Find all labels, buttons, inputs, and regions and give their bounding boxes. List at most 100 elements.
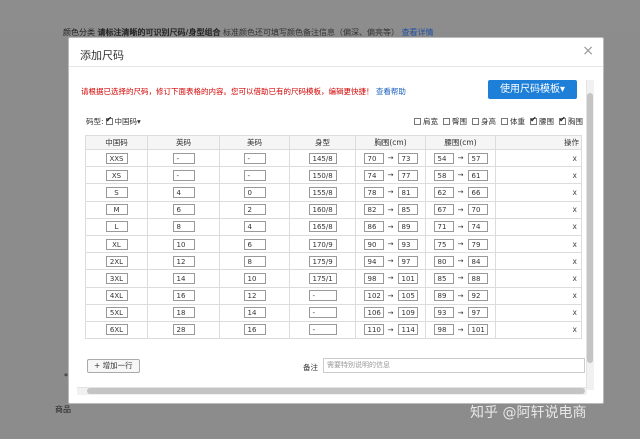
- body-type-input[interactable]: -: [308, 290, 337, 302]
- waist-from-input[interactable]: 62: [433, 186, 454, 198]
- cn-size-input[interactable]: M: [105, 204, 128, 216]
- option-4[interactable]: 腰围: [530, 115, 554, 127]
- checkbox-icon[interactable]: [443, 118, 450, 125]
- checkbox-icon[interactable]: [559, 115, 566, 125]
- chest-from-input[interactable]: 106: [363, 307, 384, 319]
- chest-from-input[interactable]: 74: [363, 169, 384, 181]
- body-type-input[interactable]: 150/8: [308, 169, 337, 181]
- horizontal-scroll-thumb[interactable]: [87, 388, 585, 394]
- us-size-input[interactable]: -: [243, 152, 266, 164]
- us-size-input[interactable]: 8: [243, 255, 266, 267]
- delete-row-icon[interactable]: x: [573, 188, 577, 197]
- chest-from-input[interactable]: 70: [363, 152, 384, 164]
- option-2[interactable]: 身高: [472, 116, 496, 127]
- delete-row-icon[interactable]: x: [573, 222, 577, 231]
- waist-from-input[interactable]: 71: [433, 221, 454, 233]
- checkbox-icon[interactable]: [414, 118, 421, 125]
- add-row-button[interactable]: + 增加一行: [87, 359, 140, 373]
- us-size-input[interactable]: -: [243, 169, 266, 181]
- chest-to-input[interactable]: 85: [397, 204, 418, 216]
- cn-size-input[interactable]: 2XL: [105, 255, 128, 267]
- cn-size-input[interactable]: S: [105, 186, 128, 198]
- body-type-input[interactable]: 145/8: [308, 152, 337, 164]
- waist-from-input[interactable]: 93: [433, 307, 454, 319]
- waist-to-input[interactable]: 97: [467, 307, 488, 319]
- delete-row-icon[interactable]: x: [573, 154, 577, 163]
- us-size-input[interactable]: 16: [243, 324, 266, 336]
- waist-from-input[interactable]: 80: [433, 255, 454, 267]
- chest-to-input[interactable]: 81: [397, 186, 418, 198]
- delete-row-icon[interactable]: x: [573, 291, 577, 300]
- chest-from-input[interactable]: 90: [363, 238, 384, 250]
- chest-to-input[interactable]: 101: [397, 272, 418, 284]
- uk-size-input[interactable]: 10: [172, 238, 195, 250]
- us-size-input[interactable]: 14: [243, 307, 266, 319]
- body-type-input[interactable]: 170/9: [308, 238, 337, 250]
- cn-size-input[interactable]: 5XL: [105, 307, 128, 319]
- size-type-checkbox[interactable]: [105, 115, 113, 125]
- waist-to-input[interactable]: 88: [467, 272, 488, 284]
- chest-from-input[interactable]: 94: [363, 255, 384, 267]
- waist-to-input[interactable]: 79: [467, 238, 488, 250]
- chest-from-input[interactable]: 110: [363, 324, 384, 336]
- chest-to-input[interactable]: 77: [397, 169, 418, 181]
- waist-from-input[interactable]: 75: [433, 238, 454, 250]
- option-0[interactable]: 肩宽: [414, 116, 438, 127]
- delete-row-icon[interactable]: x: [573, 257, 577, 266]
- uk-size-input[interactable]: 6: [172, 204, 195, 216]
- chest-from-input[interactable]: 78: [363, 186, 384, 198]
- uk-size-input[interactable]: 12: [172, 255, 195, 267]
- body-type-input[interactable]: 175/1: [308, 272, 337, 284]
- delete-row-icon[interactable]: x: [573, 325, 577, 334]
- waist-to-input[interactable]: 70: [467, 204, 488, 216]
- waist-to-input[interactable]: 57: [467, 152, 488, 164]
- body-type-input[interactable]: 165/8: [308, 221, 337, 233]
- chest-to-input[interactable]: 93: [397, 238, 418, 250]
- close-icon[interactable]: ×: [582, 43, 594, 59]
- cn-size-input[interactable]: XXS: [105, 152, 128, 164]
- chest-to-input[interactable]: 105: [397, 290, 418, 302]
- chest-from-input[interactable]: 102: [363, 290, 384, 302]
- size-type-dropdown[interactable]: 中国码▾: [115, 116, 141, 127]
- uk-size-input[interactable]: 14: [172, 272, 195, 284]
- chest-to-input[interactable]: 114: [397, 324, 418, 336]
- chest-from-input[interactable]: 86: [363, 221, 384, 233]
- uk-size-input[interactable]: -: [172, 169, 195, 181]
- checkbox-icon[interactable]: [472, 118, 479, 125]
- uk-size-input[interactable]: 16: [172, 290, 195, 302]
- waist-to-input[interactable]: 74: [467, 221, 488, 233]
- chest-to-input[interactable]: 89: [397, 221, 418, 233]
- delete-row-icon[interactable]: x: [573, 171, 577, 180]
- delete-row-icon[interactable]: x: [573, 240, 577, 249]
- cn-size-input[interactable]: XL: [105, 238, 128, 250]
- option-1[interactable]: 臀围: [443, 116, 467, 127]
- waist-to-input[interactable]: 101: [467, 324, 488, 336]
- waist-from-input[interactable]: 67: [433, 204, 454, 216]
- uk-size-input[interactable]: 8: [172, 221, 195, 233]
- waist-from-input[interactable]: 89: [433, 290, 454, 302]
- waist-from-input[interactable]: 58: [433, 169, 454, 181]
- cn-size-input[interactable]: XS: [105, 169, 128, 181]
- bg-details-link[interactable]: 查看详情: [402, 28, 434, 37]
- cn-size-input[interactable]: 3XL: [105, 272, 128, 284]
- uk-size-input[interactable]: -: [172, 152, 195, 164]
- us-size-input[interactable]: 12: [243, 290, 266, 302]
- waist-to-input[interactable]: 61: [467, 169, 488, 181]
- use-size-template-button[interactable]: 使用尺码模板▾: [488, 80, 577, 99]
- chest-to-input[interactable]: 109: [397, 307, 418, 319]
- body-type-input[interactable]: 160/8: [308, 204, 337, 216]
- note-input[interactable]: 需要特别说明的信息: [323, 358, 585, 373]
- body-type-input[interactable]: -: [308, 307, 337, 319]
- option-3[interactable]: 体重: [501, 116, 525, 127]
- waist-from-input[interactable]: 98: [433, 324, 454, 336]
- waist-to-input[interactable]: 66: [467, 186, 488, 198]
- us-size-input[interactable]: 10: [243, 272, 266, 284]
- uk-size-input[interactable]: 28: [172, 324, 195, 336]
- us-size-input[interactable]: 0: [243, 186, 266, 198]
- cn-size-input[interactable]: 4XL: [105, 290, 128, 302]
- vertical-scroll-thumb[interactable]: [587, 93, 593, 363]
- uk-size-input[interactable]: 4: [172, 186, 195, 198]
- chest-from-input[interactable]: 98: [363, 272, 384, 284]
- us-size-input[interactable]: 2: [243, 204, 266, 216]
- chest-from-input[interactable]: 82: [363, 204, 384, 216]
